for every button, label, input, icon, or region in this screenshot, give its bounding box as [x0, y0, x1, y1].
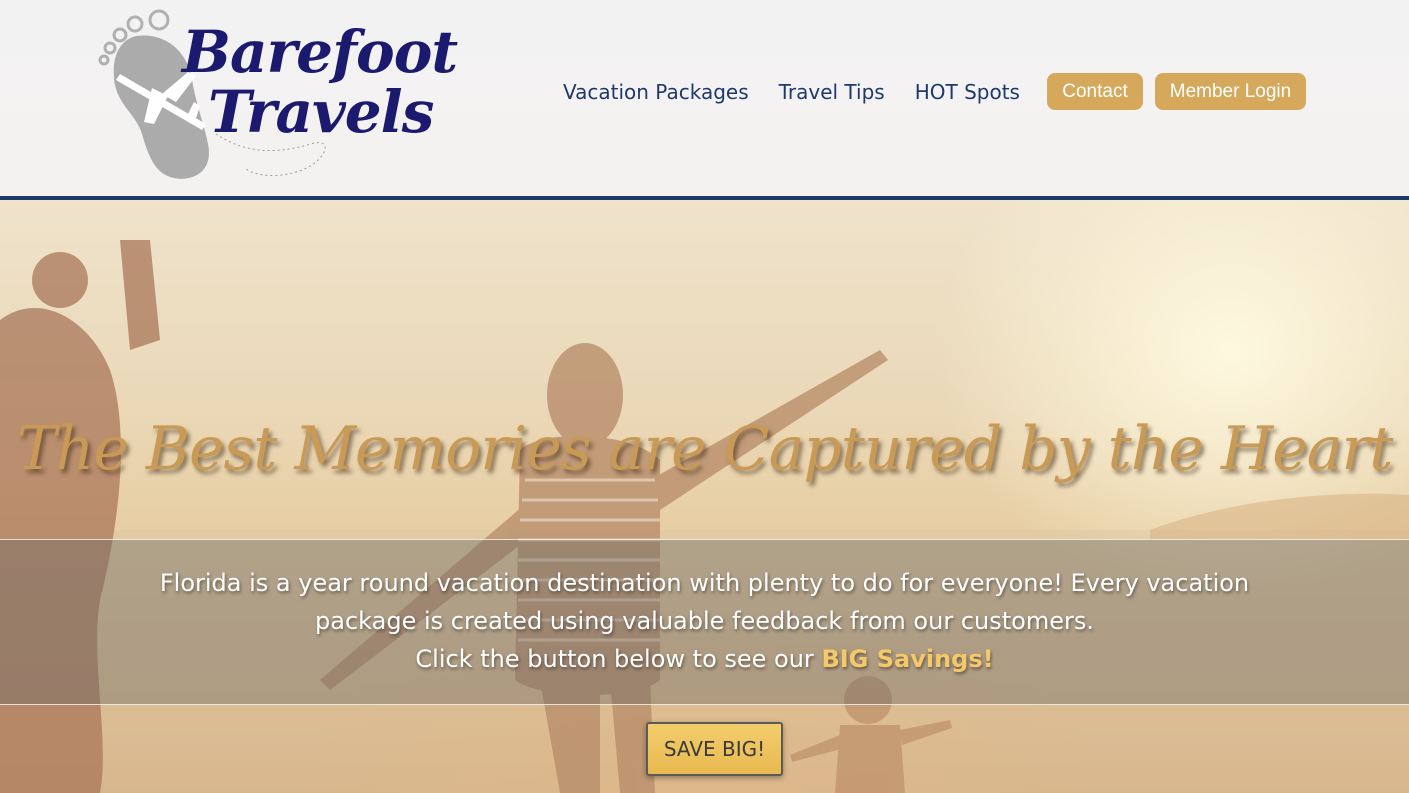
hero-body-line-3: Click the button below to see our BIG Sa… — [0, 640, 1409, 678]
hero-body-line-1: Florida is a year round vacation destina… — [159, 569, 1250, 597]
hero-headline: The Best Memories are Captured by the He… — [16, 414, 1394, 484]
site-logo[interactable]: Barefoot Travels — [96, 4, 458, 184]
hero-body-line-3-prefix: Click the button below to see our — [415, 645, 822, 673]
big-savings-highlight: BIG Savings! — [821, 645, 994, 673]
logo-text-barefoot: Barefoot — [182, 18, 458, 86]
nav-travel-tips[interactable]: Travel Tips — [779, 80, 885, 104]
save-big-button[interactable]: SAVE BIG! — [646, 722, 783, 776]
contact-button[interactable]: Contact — [1047, 73, 1143, 110]
logo-text-travels: Travels — [208, 78, 434, 146]
hero-body-line-2: package is created using valuable feedba… — [315, 607, 1094, 635]
hero-section: The Best Memories are Captured by the He… — [0, 200, 1409, 793]
page: Barefoot Travels Vacation Packages Trave… — [0, 0, 1409, 793]
hero-body-text: Florida is a year round vacation destina… — [0, 564, 1409, 678]
main-nav: Vacation Packages Travel Tips HOT Spots — [563, 78, 1050, 106]
nav-hot-spots[interactable]: HOT Spots — [915, 80, 1020, 104]
nav-vacation-packages[interactable]: Vacation Packages — [563, 80, 749, 104]
hero-info-band: Florida is a year round vacation destina… — [0, 539, 1409, 705]
member-login-button[interactable]: Member Login — [1155, 73, 1306, 110]
site-header: Barefoot Travels Vacation Packages Trave… — [0, 0, 1409, 196]
